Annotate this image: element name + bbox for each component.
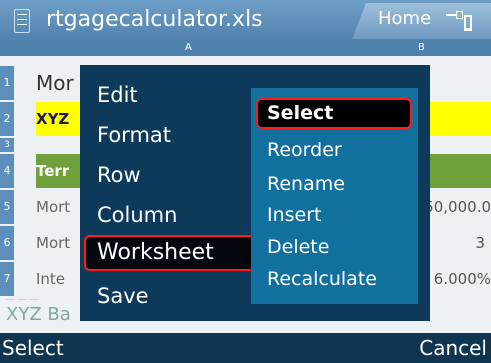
menu-item-column[interactable]: Column	[97, 200, 177, 230]
softkey-left-select[interactable]: Select	[2, 333, 64, 363]
menu-item-worksheet[interactable]: Worksheet	[97, 238, 214, 268]
menu-item-edit[interactable]: Edit	[97, 80, 138, 110]
cell-b7[interactable]: 6.000%	[434, 262, 491, 296]
row-number-3[interactable]: 3	[0, 138, 14, 152]
submenu-item-insert[interactable]: Insert	[267, 202, 322, 228]
row-number-2[interactable]: 2	[0, 102, 14, 136]
submenu-item-select[interactable]: Select	[267, 100, 333, 126]
menu-item-format[interactable]: Format	[97, 120, 171, 150]
spreadsheet-app-icon	[14, 9, 30, 33]
column-b-header[interactable]: B	[418, 42, 425, 53]
home-label: Home	[378, 8, 432, 29]
submenu-item-delete[interactable]: Delete	[267, 234, 329, 260]
column-header: A B	[0, 42, 491, 56]
column-a-header[interactable]: A	[185, 42, 192, 53]
softkey-bar: Select Cancel	[0, 333, 491, 363]
window-title: rtgagecalculator.xls	[46, 7, 263, 32]
submenu-item-recalculate[interactable]: Recalculate	[267, 266, 377, 292]
submenu-item-rename[interactable]: Rename	[267, 171, 345, 197]
row-number-4[interactable]: 4	[0, 154, 14, 188]
sheet-footer-text: XYZ Ba	[6, 304, 71, 325]
row-number-6[interactable]: 6	[0, 226, 14, 260]
softkey-right-cancel[interactable]: Cancel	[419, 333, 487, 363]
battery-icon	[464, 15, 472, 31]
cell-b6[interactable]: 3	[475, 226, 485, 260]
menu-item-save[interactable]: Save	[97, 281, 149, 311]
worksheet-submenu: Select Reorder Rename Insert Delete Reca…	[251, 88, 418, 304]
title-bar: rtgagecalculator.xls Home	[0, 0, 491, 42]
row-number-7[interactable]: 7	[0, 262, 14, 296]
row-number-1[interactable]: 1	[0, 66, 14, 100]
cell-b5[interactable]: 50,000.0	[424, 190, 491, 224]
screen: rtgagecalculator.xls Home A B 1 Mor 2 XY…	[0, 0, 491, 363]
row-number-5[interactable]: 5	[0, 190, 14, 224]
usb-icon	[446, 10, 463, 19]
submenu-item-reorder[interactable]: Reorder	[267, 137, 342, 163]
menu-item-row[interactable]: Row	[97, 160, 141, 190]
